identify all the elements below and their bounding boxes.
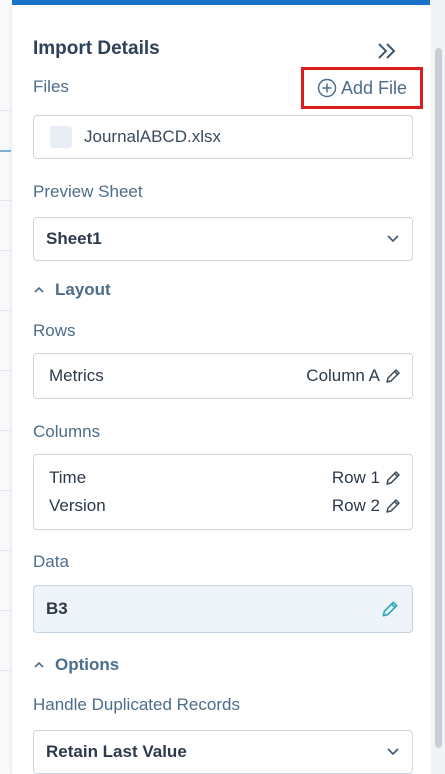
options-section-label: Options: [55, 655, 120, 674]
chevron-down-icon: [387, 235, 399, 243]
double-chevron-right-icon: [378, 43, 396, 59]
column-dimension-source: Row 2: [331, 496, 380, 515]
pencil-icon: [386, 499, 400, 513]
column-mapping-item: Version Row 2: [34, 496, 412, 516]
panel-title: Import Details: [33, 38, 160, 59]
edit-row-mapping-button[interactable]: [384, 367, 402, 385]
files-label: Files: [33, 77, 69, 96]
column-mapping-item: Time Row 1: [34, 468, 412, 488]
columns-label: Columns: [33, 422, 101, 441]
circle-plus-icon: [317, 78, 337, 98]
data-cell-value: B3: [46, 599, 68, 618]
duplicated-records-select[interactable]: Retain Last Value: [33, 730, 413, 774]
file-name: JournalABCD.xlsx: [84, 127, 221, 146]
layout-section-toggle[interactable]: Layout: [33, 280, 111, 300]
file-list-item[interactable]: JournalABCD.xlsx: [33, 115, 413, 159]
row-dimension-name: Metrics: [49, 366, 104, 385]
pencil-icon: [382, 601, 398, 617]
duplicated-records-value: Retain Last Value: [46, 742, 187, 761]
chevron-down-icon: [387, 748, 399, 756]
preview-sheet-select[interactable]: Sheet1: [33, 217, 413, 261]
data-label: Data: [33, 552, 69, 571]
file-checkbox[interactable]: [50, 126, 72, 148]
scrollbar-track[interactable]: [431, 0, 445, 774]
edit-column-mapping-button[interactable]: [384, 497, 402, 515]
column-dimension-name: Time: [49, 468, 87, 487]
edit-data-cell-button[interactable]: [380, 599, 400, 619]
add-file-button[interactable]: Add File: [301, 67, 423, 109]
duplicated-records-label: Handle Duplicated Records: [33, 695, 240, 714]
pencil-icon: [386, 471, 400, 485]
row-mapping-item: Metrics Column A: [34, 366, 412, 386]
edit-column-mapping-button[interactable]: [384, 469, 402, 487]
add-file-label: Add File: [340, 77, 408, 98]
rows-label: Rows: [33, 321, 76, 340]
preview-sheet-value: Sheet1: [46, 229, 102, 248]
columns-field: Time Row 1 Version Row 2: [33, 454, 413, 530]
import-details-panel: Import Details Files Add File JournalABC…: [12, 0, 430, 774]
column-dimension-source: Row 1: [331, 468, 380, 487]
column-dimension-name: Version: [49, 496, 106, 515]
chevron-up-icon: [34, 661, 44, 668]
layout-section-label: Layout: [55, 280, 111, 299]
rows-field: Metrics Column A: [33, 353, 413, 399]
chevron-up-icon: [34, 286, 44, 293]
collapse-panel-button[interactable]: [375, 40, 399, 62]
options-section-toggle[interactable]: Options: [33, 655, 119, 675]
preview-sheet-label: Preview Sheet: [33, 182, 143, 201]
row-dimension-source: Column A: [306, 366, 380, 385]
scrollbar-thumb[interactable]: [435, 48, 442, 748]
data-field[interactable]: B3: [33, 585, 413, 633]
pencil-icon: [386, 369, 400, 383]
